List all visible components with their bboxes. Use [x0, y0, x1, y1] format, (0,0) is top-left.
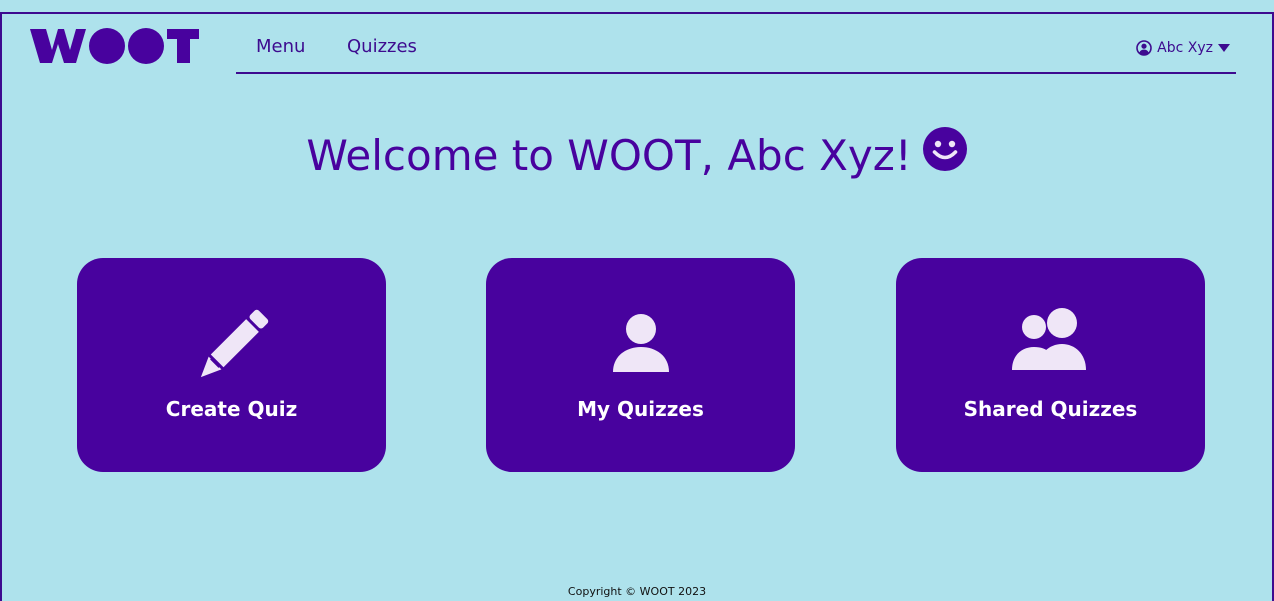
- nav-menu-link[interactable]: Menu: [256, 36, 305, 57]
- welcome-text: Welcome to WOOT, Abc Xyz!: [306, 131, 912, 180]
- nav-quizzes-link[interactable]: Quizzes: [347, 36, 417, 57]
- user-menu[interactable]: Abc Xyz: [1136, 40, 1230, 56]
- shared-quizzes-card[interactable]: Shared Quizzes: [896, 258, 1205, 472]
- shared-quizzes-label: Shared Quizzes: [963, 397, 1138, 421]
- user-icon: [606, 304, 676, 378]
- pencil-icon: [190, 304, 274, 392]
- footer-copyright: Copyright © WOOT 2023: [567, 585, 707, 598]
- woot-logo[interactable]: [30, 26, 200, 66]
- user-name: Abc Xyz: [1157, 40, 1213, 56]
- my-quizzes-card[interactable]: My Quizzes: [486, 258, 795, 472]
- caret-down-icon: [1218, 43, 1230, 53]
- create-quiz-card[interactable]: Create Quiz: [77, 258, 386, 472]
- welcome-heading: Welcome to WOOT, Abc Xyz!: [0, 126, 1274, 186]
- smile-icon: [922, 126, 968, 186]
- my-quizzes-label: My Quizzes: [577, 397, 704, 421]
- user-circle-icon: [1136, 40, 1152, 56]
- top-navigation: Menu Quizzes Abc Xyz: [236, 26, 1236, 74]
- create-quiz-label: Create Quiz: [165, 397, 298, 421]
- users-icon: [1008, 304, 1094, 378]
